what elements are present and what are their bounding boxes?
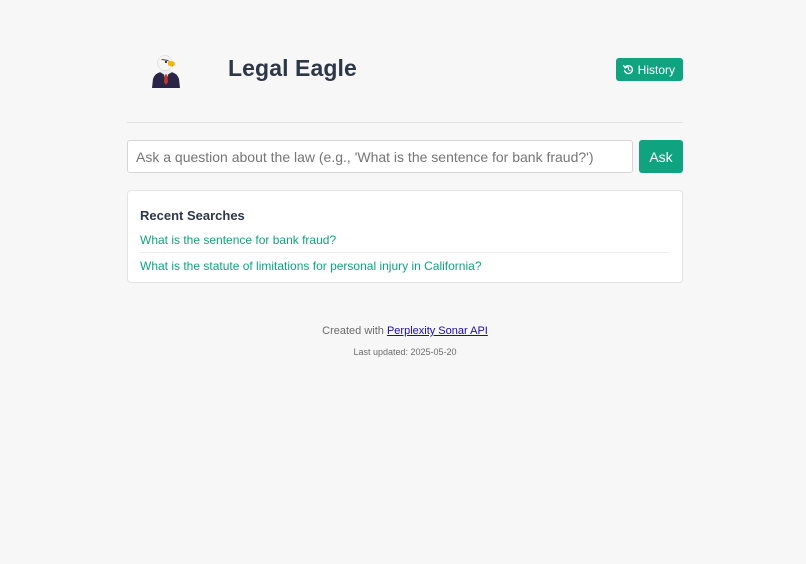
page-title: Legal Eagle <box>228 55 357 81</box>
header: Legal Eagle History <box>127 0 683 123</box>
history-button-label: History <box>637 62 675 77</box>
app-container: Legal Eagle History Ask Recent Searches … <box>127 0 683 357</box>
search-bar: Ask <box>127 140 683 173</box>
eagle-logo-icon <box>151 54 181 88</box>
history-icon <box>622 64 634 75</box>
history-button[interactable]: History <box>615 58 683 81</box>
footer: Created with Perplexity Sonar API Last u… <box>127 324 683 358</box>
last-updated-text: Last updated: 2025-05-20 <box>353 347 457 357</box>
recent-searches-card: Recent Searches What is the sentence for… <box>127 190 683 283</box>
recent-searches-title: Recent Searches <box>140 208 245 223</box>
search-input[interactable] <box>127 140 633 173</box>
recent-search-item[interactable]: What is the sentence for bank fraud? <box>140 233 670 253</box>
footer-credit-prefix: Created with <box>322 325 387 337</box>
ask-button[interactable]: Ask <box>639 140 683 173</box>
recent-search-item[interactable]: What is the statute of limitations for p… <box>140 259 670 273</box>
perplexity-link[interactable]: Perplexity Sonar API <box>387 325 488 337</box>
footer-credit: Created with Perplexity Sonar API <box>127 324 683 338</box>
